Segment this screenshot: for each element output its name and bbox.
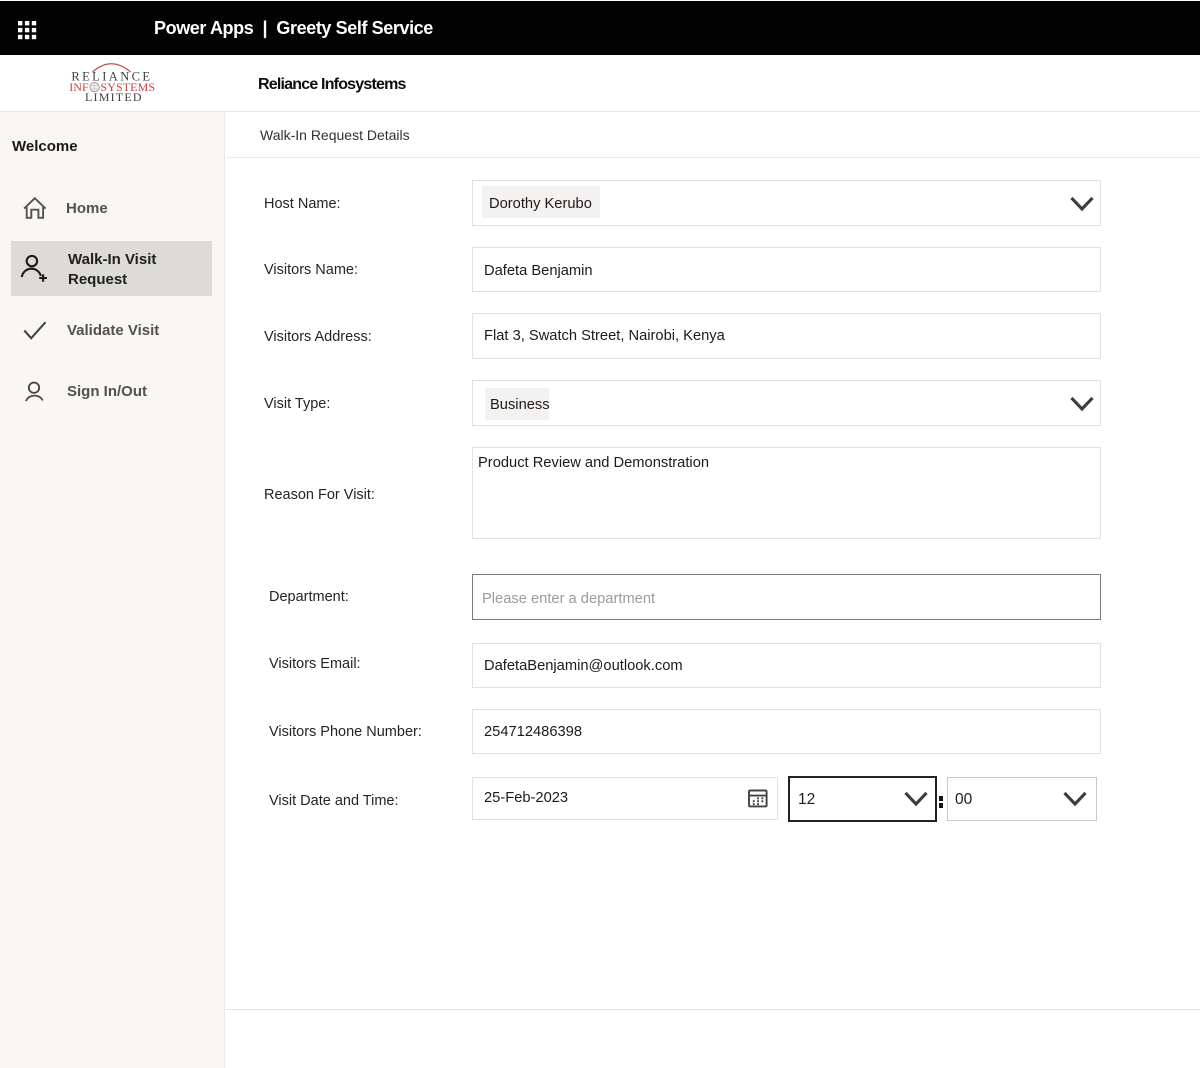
svg-text:LIMITED: LIMITED <box>85 90 143 104</box>
